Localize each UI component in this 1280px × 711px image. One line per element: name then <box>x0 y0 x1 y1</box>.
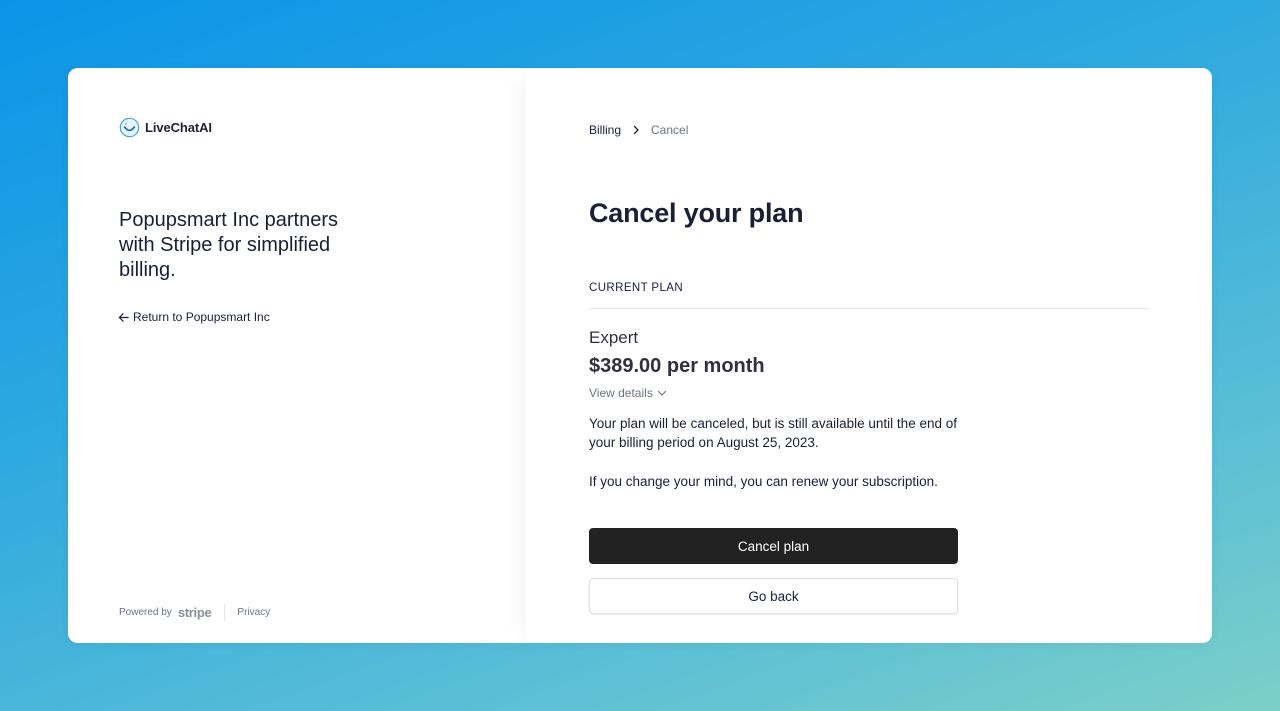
footer: Powered by stripe Privacy <box>119 604 270 621</box>
plan-price: $389.00 per month <box>589 355 765 377</box>
privacy-link[interactable]: Privacy <box>237 607 270 618</box>
renew-notice: If you change your mind, you can renew y… <box>589 474 938 489</box>
breadcrumb-cancel: Cancel <box>651 123 689 137</box>
page-title: Cancel your plan <box>589 198 804 228</box>
view-details-toggle[interactable]: View details <box>589 386 667 400</box>
cancel-plan-button[interactable]: Cancel plan <box>589 528 958 564</box>
right-panel: Billing Cancel Cancel your plan CURRENT … <box>526 68 1212 643</box>
return-link[interactable]: Return to Popupsmart Inc <box>118 310 270 324</box>
left-panel: LiveChatAI Popupsmart Inc partners with … <box>68 68 526 643</box>
return-link-label: Return to Popupsmart Inc <box>133 310 270 324</box>
livechatai-logo-icon <box>119 117 140 138</box>
breadcrumb-billing[interactable]: Billing <box>589 123 621 137</box>
view-details-label: View details <box>589 386 653 400</box>
chevron-down-icon <box>657 390 666 396</box>
plan-name: Expert <box>589 328 639 347</box>
stripe-logo[interactable]: stripe <box>178 605 212 620</box>
brand-logo: LiveChatAI <box>119 117 212 138</box>
brand-name: LiveChatAI <box>145 120 212 135</box>
current-plan-label: CURRENT PLAN <box>589 282 684 294</box>
powered-by-label: Powered by <box>119 607 172 618</box>
billing-card: LiveChatAI Popupsmart Inc partners with … <box>68 68 1212 643</box>
section-divider <box>589 308 1148 309</box>
chevron-right-icon <box>633 125 639 135</box>
go-back-button[interactable]: Go back <box>589 578 958 614</box>
footer-divider <box>224 604 226 621</box>
breadcrumb: Billing Cancel <box>589 123 688 137</box>
cancellation-notice: Your plan will be canceled, but is still… <box>589 416 957 450</box>
arrow-left-icon <box>118 312 129 322</box>
partner-tagline: Popupsmart Inc partners with Stripe for … <box>119 209 338 281</box>
